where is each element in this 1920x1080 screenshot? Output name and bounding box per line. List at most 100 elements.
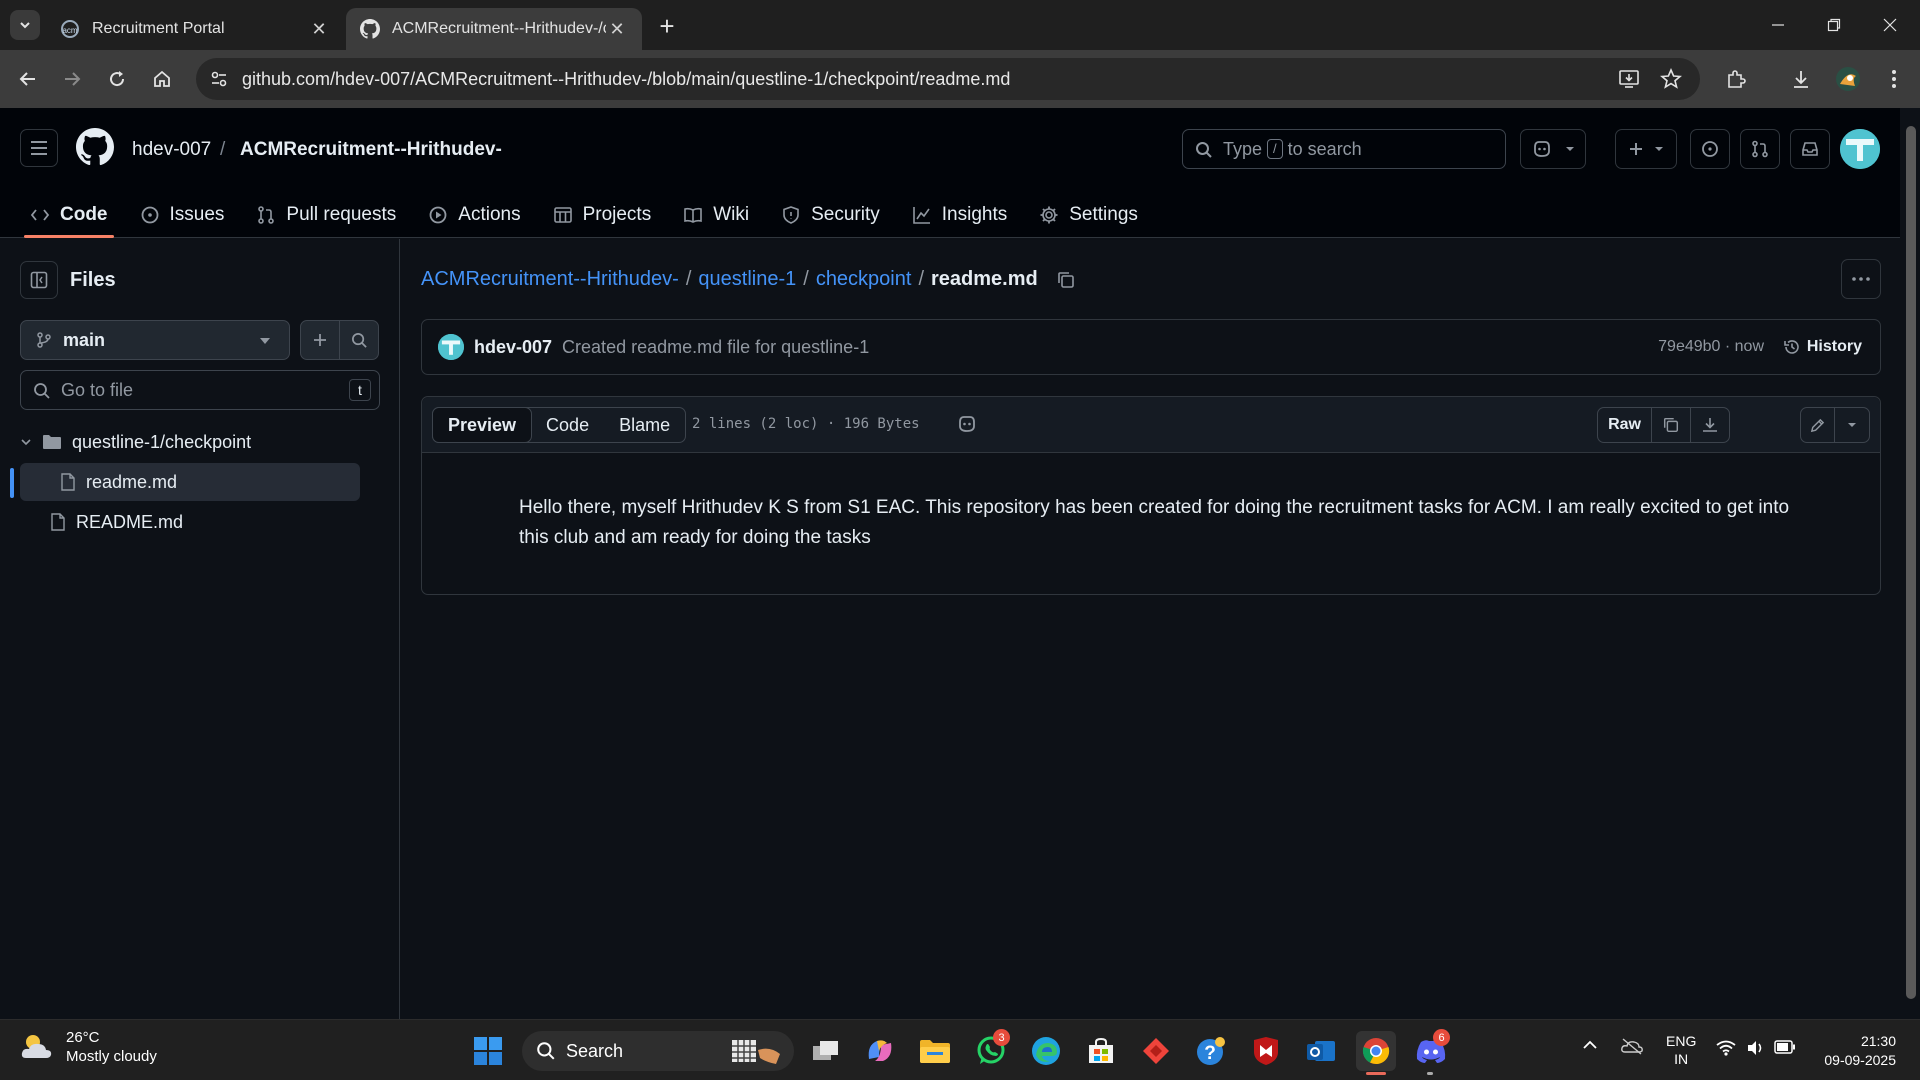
anydesk-button[interactable]	[1136, 1031, 1176, 1071]
taskbar-search[interactable]: Search	[522, 1031, 794, 1071]
browser-tab-recruitment[interactable]: acm Recruitment Portal ✕	[46, 8, 344, 50]
discord-button[interactable]: 6	[1411, 1029, 1451, 1071]
copilot-app-button[interactable]	[860, 1031, 900, 1071]
minimize-button[interactable]	[1750, 0, 1806, 50]
downloads-button[interactable]	[1785, 63, 1817, 95]
edit-file-button[interactable]	[1801, 408, 1835, 442]
mcafee-button[interactable]	[1246, 1031, 1286, 1071]
commit-sha-time[interactable]: 79e49b0 · now	[1658, 338, 1764, 356]
copy-raw-button[interactable]	[1652, 408, 1691, 442]
tab-settings[interactable]: Settings	[1029, 192, 1148, 238]
tab-search-button[interactable]	[10, 10, 40, 40]
system-tray-status[interactable]	[1716, 1040, 1796, 1056]
raw-actions-group: Raw	[1597, 407, 1730, 443]
reload-button[interactable]	[101, 63, 133, 95]
user-avatar[interactable]	[1840, 129, 1880, 169]
history-button[interactable]: History	[1783, 338, 1862, 356]
kebab-horizontal-icon	[1852, 277, 1870, 281]
more-options-button[interactable]	[1841, 259, 1881, 299]
site-info-icon[interactable]	[206, 66, 232, 92]
commit-author-link[interactable]: hdev-007	[474, 337, 552, 358]
tab-actions[interactable]: Actions	[418, 192, 530, 238]
search-input[interactable]: Type / to search	[1182, 129, 1506, 169]
tree-file-readme-selected[interactable]: readme.md	[20, 463, 360, 501]
github-logo-icon[interactable]	[76, 128, 114, 166]
onedrive-offline-icon[interactable]	[1620, 1037, 1644, 1055]
close-window-button[interactable]	[1862, 0, 1918, 50]
breadcrumb-dir-checkpoint-link[interactable]: checkpoint	[816, 268, 912, 291]
branch-selector[interactable]: main	[20, 320, 290, 360]
tree-label: README.md	[76, 511, 184, 532]
breadcrumb-repo-link[interactable]: ACMRecruitment--Hrithudev-	[421, 268, 679, 291]
scrollbar-thumb[interactable]	[1906, 126, 1916, 999]
global-menu-button[interactable]	[20, 129, 58, 167]
home-button[interactable]	[146, 63, 178, 95]
caret-down-icon	[260, 338, 270, 344]
help-app-button[interactable]: ?	[1191, 1031, 1231, 1071]
tree-file-README[interactable]: README.md	[20, 503, 183, 541]
tab-issues[interactable]: Issues	[130, 192, 235, 238]
tab-projects[interactable]: Projects	[543, 192, 662, 238]
browser-tab-github[interactable]: ACMRecruitment--Hrithudev-/c ✕	[346, 8, 642, 50]
edit-menu-button[interactable]	[1835, 408, 1869, 442]
close-tab-icon[interactable]: ✕	[606, 18, 628, 40]
collapse-panel-button[interactable]	[20, 261, 58, 299]
restore-button[interactable]	[1806, 0, 1862, 50]
tab-preview[interactable]: Preview	[432, 407, 533, 443]
wifi-icon	[1716, 1040, 1736, 1056]
clock[interactable]: 21:30 09-09-2025	[1824, 1032, 1896, 1070]
page-scrollbar[interactable]	[1902, 108, 1920, 1019]
back-button[interactable]	[12, 63, 44, 95]
outlook-button[interactable]	[1301, 1031, 1341, 1071]
address-bar[interactable]: github.com/hdev-007/ACMRecruitment--Hrit…	[196, 58, 1700, 100]
task-view-button[interactable]	[806, 1031, 846, 1071]
tab-wiki[interactable]: Wiki	[673, 192, 759, 238]
forward-button[interactable]	[56, 63, 88, 95]
download-raw-button[interactable]	[1691, 408, 1729, 442]
edge-button[interactable]	[1026, 1031, 1066, 1071]
add-file-button[interactable]	[300, 320, 340, 360]
chrome-button[interactable]	[1356, 1031, 1396, 1071]
copilot-button[interactable]	[1520, 129, 1586, 169]
go-to-file-input[interactable]: Go to file t	[20, 370, 380, 410]
tab-code[interactable]: Code	[531, 408, 604, 442]
whatsapp-button[interactable]: 3	[971, 1029, 1011, 1071]
commit-message-link[interactable]: Created readme.md file for questline-1	[562, 337, 869, 358]
create-new-button[interactable]	[1615, 129, 1677, 169]
microsoft-store-button[interactable]	[1081, 1031, 1121, 1071]
tab-blame[interactable]: Blame	[604, 408, 685, 442]
pull-requests-button[interactable]	[1740, 129, 1780, 169]
extensions-button[interactable]	[1720, 63, 1752, 95]
close-tab-icon[interactable]: ✕	[308, 18, 330, 40]
tab-pull-requests[interactable]: Pull requests	[246, 192, 406, 238]
tab-code[interactable]: Code	[20, 192, 118, 238]
file-explorer-button[interactable]	[915, 1031, 955, 1071]
repo-name-link[interactable]: ACMRecruitment--Hrithudev-	[240, 139, 502, 161]
repo-owner-link[interactable]: hdev-007	[132, 139, 211, 161]
show-hidden-icons-button[interactable]	[1582, 1040, 1598, 1050]
windows-taskbar: 26°C Mostly cloudy Search 3 ? 6 ENG IN 21:…	[0, 1019, 1920, 1080]
breadcrumb-dir-questline-link[interactable]: questline-1	[698, 268, 796, 291]
weather-widget[interactable]: 26°C Mostly cloudy	[20, 1028, 157, 1066]
copilot-icon[interactable]	[956, 413, 978, 435]
browser-menu-button[interactable]	[1878, 63, 1910, 95]
branch-name: main	[63, 329, 106, 350]
commit-author-avatar[interactable]	[438, 334, 464, 360]
start-button[interactable]	[468, 1031, 508, 1071]
profile-button[interactable]	[1832, 63, 1864, 95]
inbox-button[interactable]	[1790, 129, 1830, 169]
raw-button[interactable]: Raw	[1598, 408, 1652, 442]
tab-security[interactable]: Security	[771, 192, 890, 238]
tree-folder-questline[interactable]: questline-1/checkpoint	[20, 423, 251, 461]
install-app-icon[interactable]	[1616, 66, 1642, 92]
issues-button[interactable]	[1690, 129, 1730, 169]
breadcrumb-current-file: readme.md	[931, 268, 1038, 290]
copy-path-icon[interactable]	[1056, 270, 1076, 290]
new-tab-button[interactable]: +	[652, 12, 682, 42]
tab-insights[interactable]: Insights	[902, 192, 1017, 238]
identicon-icon	[1840, 129, 1880, 169]
search-files-button[interactable]	[339, 320, 379, 360]
language-indicator[interactable]: ENG IN	[1666, 1032, 1696, 1068]
bookmark-star-icon[interactable]	[1658, 66, 1684, 92]
selected-file-indicator	[10, 468, 14, 498]
